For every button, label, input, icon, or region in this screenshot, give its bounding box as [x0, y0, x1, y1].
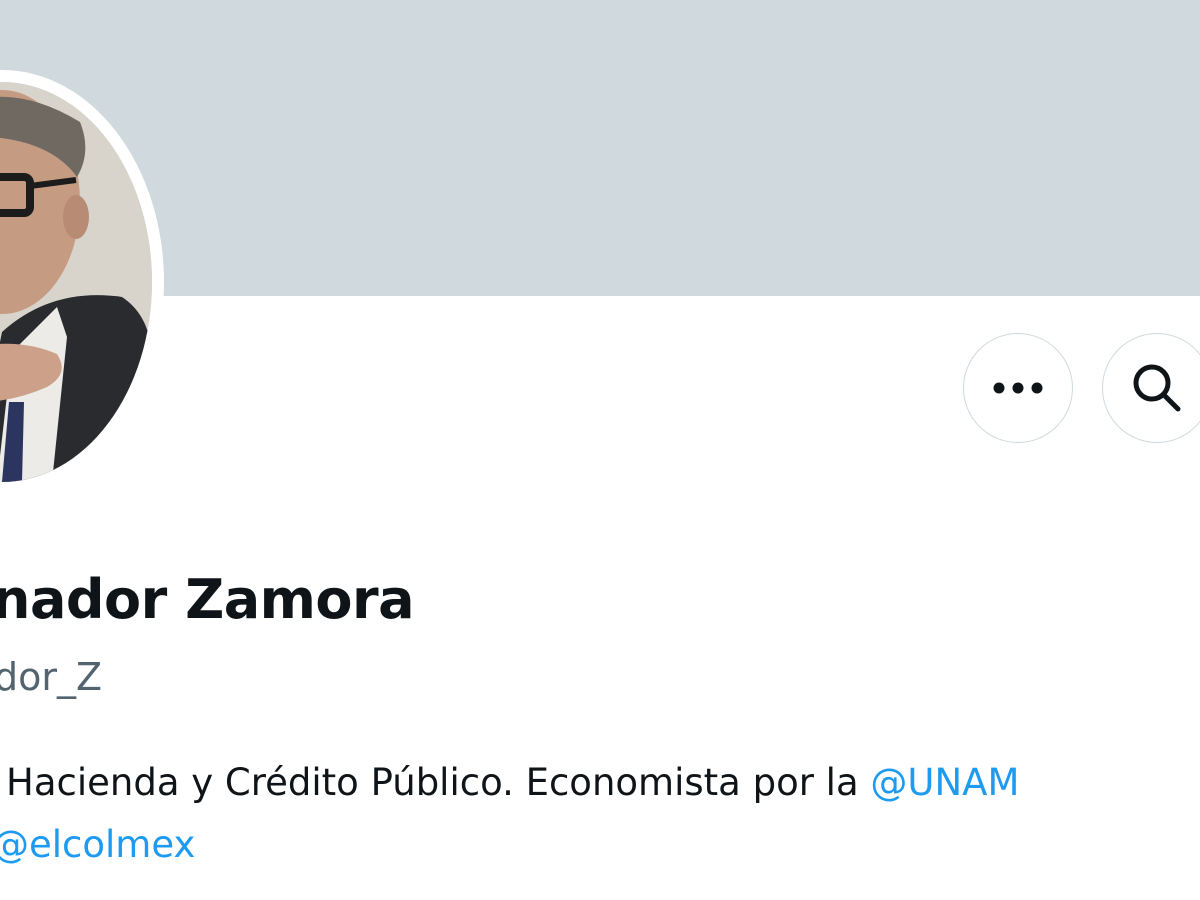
- profile-page: nador Zamora dor_Z Hacienda y Crédito Pú…: [0, 0, 1200, 900]
- bio-mention-unam[interactable]: @UNAM: [870, 761, 1019, 804]
- bio-line-2: @elcolmex: [0, 814, 195, 876]
- search-profile-button[interactable]: [1102, 333, 1200, 443]
- more-options-button[interactable]: [963, 333, 1073, 443]
- profile-display-name: nador Zamora: [0, 568, 415, 631]
- profile-banner[interactable]: [0, 0, 1200, 296]
- bio-mention-elcolmex[interactable]: @elcolmex: [0, 823, 195, 866]
- bio-text: Hacienda y Crédito Público. Economista p…: [6, 761, 871, 804]
- more-horizontal-icon: [993, 382, 1043, 394]
- profile-bio: Hacienda y Crédito Público. Economista p…: [0, 752, 1200, 866]
- profile-handle: dor_Z: [0, 655, 103, 699]
- search-icon: [1133, 364, 1181, 412]
